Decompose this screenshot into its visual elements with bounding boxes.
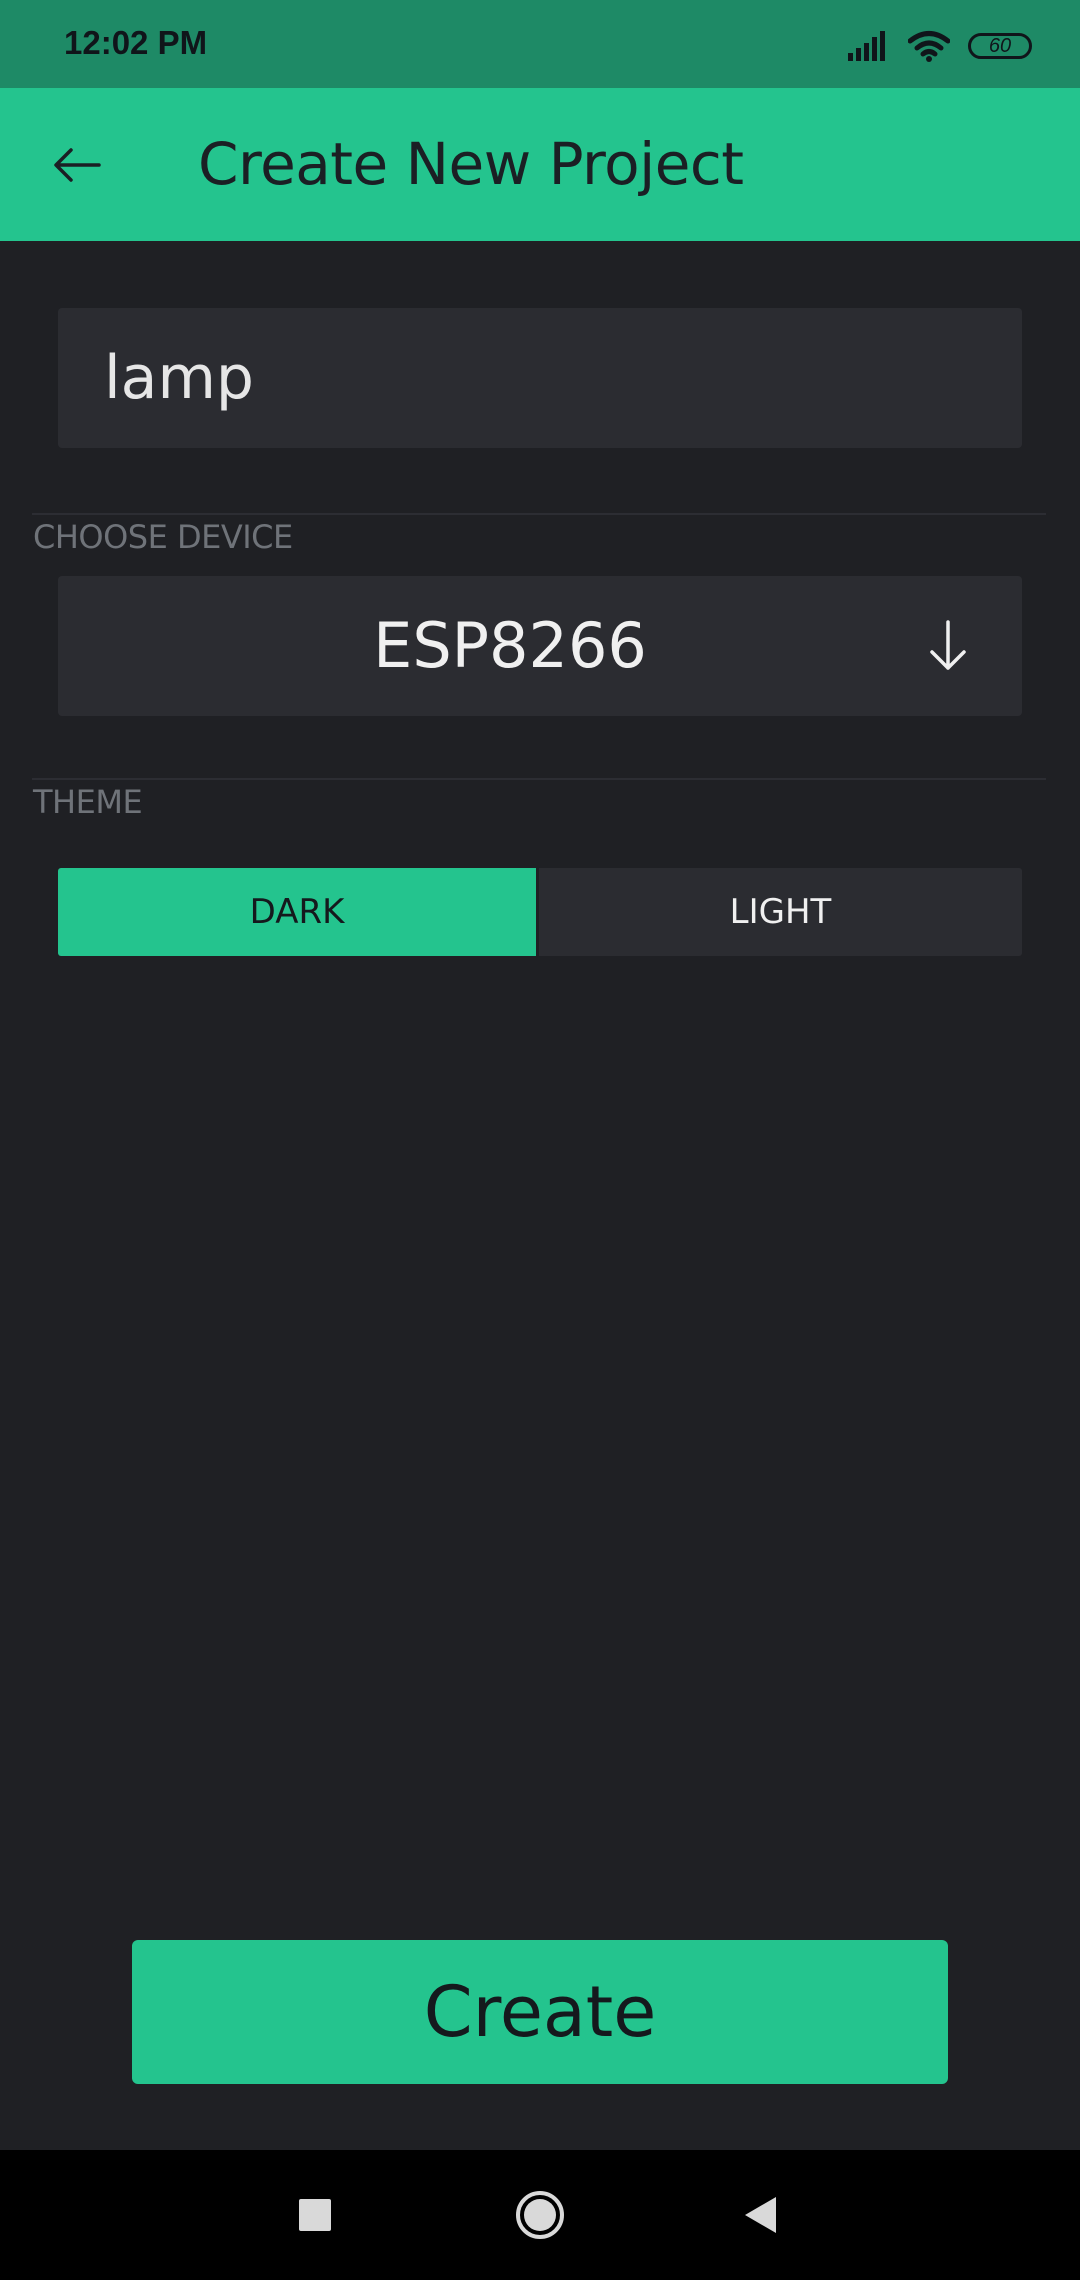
signal-icon <box>848 31 885 61</box>
theme-dark-button[interactable]: DARK <box>58 868 536 956</box>
theme-label: THEME <box>33 783 143 821</box>
project-name-input[interactable] <box>58 308 1022 448</box>
status-icons: 60 <box>848 26 1032 66</box>
home-button[interactable] <box>505 2180 575 2250</box>
arrow-left-icon <box>54 148 101 182</box>
recents-button[interactable] <box>280 2180 350 2250</box>
divider <box>32 778 1046 780</box>
system-nav-bar <box>0 2150 1080 2280</box>
theme-toggle: DARK LIGHT <box>58 868 1022 956</box>
back-nav-button[interactable] <box>725 2180 795 2250</box>
status-time: 12:02 PM <box>64 24 208 61</box>
create-button[interactable]: Create <box>132 1940 948 2084</box>
battery-level: 60 <box>988 34 1012 57</box>
back-triangle-icon <box>745 2197 776 2233</box>
arrow-down-icon <box>930 620 966 670</box>
battery-icon: 60 <box>968 33 1032 59</box>
back-button[interactable] <box>40 128 114 202</box>
page-title: Create New Project <box>198 130 744 198</box>
choose-device-label: CHOOSE DEVICE <box>33 518 293 556</box>
device-value: ESP8266 <box>373 609 647 682</box>
theme-light-button[interactable]: LIGHT <box>539 868 1022 956</box>
app-bar: Create New Project <box>0 88 1080 241</box>
wifi-icon <box>908 31 950 62</box>
recents-square-icon <box>299 2199 331 2231</box>
divider <box>32 513 1046 515</box>
home-circle-icon <box>516 2191 564 2239</box>
device-select[interactable]: ESP8266 <box>58 576 1022 716</box>
status-bar: 12:02 PM 60 <box>0 0 1080 88</box>
